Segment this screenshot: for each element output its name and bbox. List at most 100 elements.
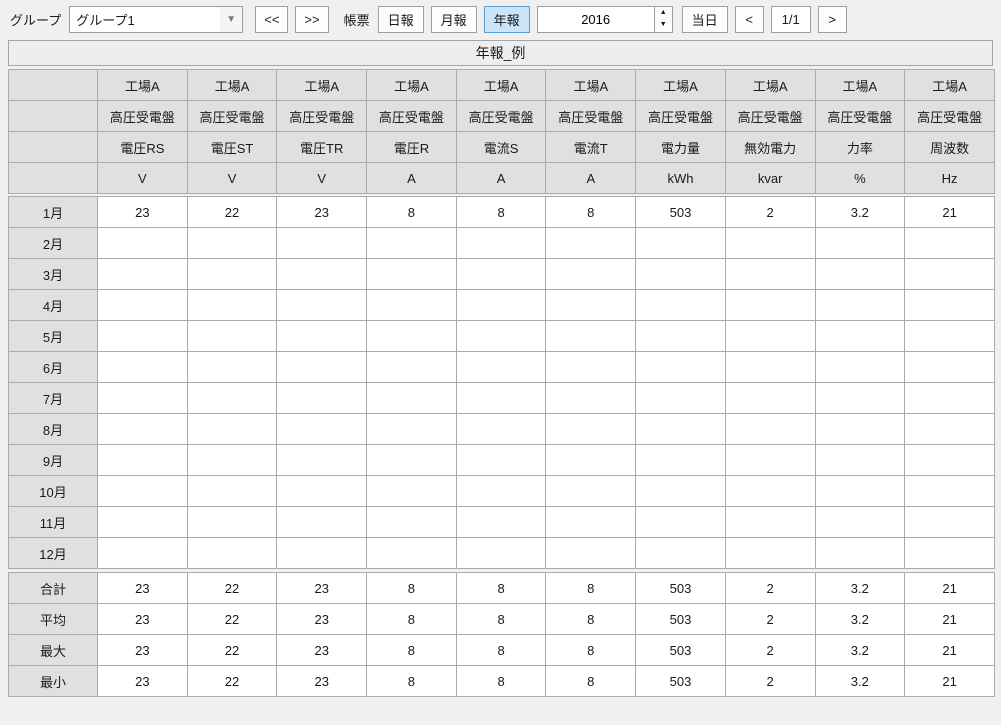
cell bbox=[724, 227, 816, 259]
cell bbox=[276, 320, 368, 352]
cell bbox=[276, 537, 368, 569]
cell bbox=[276, 475, 368, 507]
cell bbox=[455, 413, 547, 445]
cell bbox=[545, 289, 637, 321]
cell: 高圧受電盤 bbox=[724, 100, 816, 132]
cell: 23 bbox=[276, 572, 368, 604]
cell bbox=[455, 382, 547, 414]
year-input[interactable] bbox=[536, 5, 654, 33]
report-label: 帳票 bbox=[343, 12, 370, 28]
cell: 21 bbox=[904, 634, 995, 666]
cell bbox=[635, 382, 726, 414]
year-up-button[interactable]: ▲ bbox=[655, 7, 672, 20]
row-label: 3月 bbox=[8, 258, 98, 290]
cell bbox=[186, 475, 278, 507]
daily-report-button[interactable]: 日報 bbox=[377, 5, 424, 33]
row-label: 12月 bbox=[8, 537, 98, 569]
row-label: 5月 bbox=[8, 320, 98, 352]
cell bbox=[724, 351, 816, 383]
today-button[interactable]: 当日 bbox=[681, 5, 728, 33]
cell bbox=[724, 444, 816, 476]
cell bbox=[814, 351, 906, 383]
cell: 工場A bbox=[97, 69, 188, 101]
cell: 8 bbox=[455, 665, 547, 697]
cell: 高圧受電盤 bbox=[276, 100, 368, 132]
cell: 2 bbox=[724, 572, 816, 604]
cell bbox=[814, 258, 906, 290]
page-prev-button[interactable]: < bbox=[734, 5, 764, 33]
prev-group-button[interactable]: << bbox=[255, 5, 289, 33]
cell: 8 bbox=[545, 572, 637, 604]
cell: 8 bbox=[366, 196, 457, 228]
cell: 8 bbox=[545, 634, 637, 666]
cell bbox=[366, 475, 457, 507]
cell bbox=[904, 227, 995, 259]
cell: 22 bbox=[186, 196, 278, 228]
row-label: 6月 bbox=[8, 351, 98, 383]
cell: 8 bbox=[545, 603, 637, 635]
table-row: 1月 23 22 23 8 8 8 503 2 3.2 21 bbox=[8, 196, 995, 228]
cell bbox=[186, 382, 278, 414]
cell: 2 bbox=[724, 196, 816, 228]
cell bbox=[904, 382, 995, 414]
cell: 電流S bbox=[455, 131, 547, 163]
cell: 21 bbox=[904, 603, 995, 635]
table-row: 8月 bbox=[8, 413, 995, 445]
row-label: 最大 bbox=[8, 634, 98, 666]
cell: 工場A bbox=[814, 69, 906, 101]
cell bbox=[635, 289, 726, 321]
table-row: 4月 bbox=[8, 289, 995, 321]
cell: 工場A bbox=[186, 69, 278, 101]
cell: 23 bbox=[97, 665, 188, 697]
cell: 23 bbox=[276, 665, 368, 697]
cell: A bbox=[545, 162, 637, 194]
table-row: 高圧受電盤 高圧受電盤 高圧受電盤 高圧受電盤 高圧受電盤 高圧受電盤 高圧受電盤 高圧受電盤… bbox=[8, 100, 995, 132]
cell bbox=[545, 444, 637, 476]
cell bbox=[455, 506, 547, 538]
cell: 高圧受電盤 bbox=[186, 100, 278, 132]
cell bbox=[724, 289, 816, 321]
cell: 23 bbox=[276, 634, 368, 666]
cell: 8 bbox=[366, 634, 457, 666]
monthly-report-button[interactable]: 月報 bbox=[430, 5, 477, 33]
row-label: 最小 bbox=[8, 665, 98, 697]
table-row: 電圧RS 電圧ST 電圧TR 電圧R 電流S 電流T 電力量 無効電力 力率 周波数 bbox=[8, 131, 995, 163]
cell bbox=[724, 258, 816, 290]
cell bbox=[186, 413, 278, 445]
cell: 23 bbox=[276, 603, 368, 635]
next-group-button[interactable]: >> bbox=[295, 5, 329, 33]
cell bbox=[186, 506, 278, 538]
cell bbox=[97, 444, 188, 476]
cell: V bbox=[97, 162, 188, 194]
year-down-button[interactable]: ▼ bbox=[655, 19, 672, 32]
cell: 503 bbox=[635, 572, 726, 604]
row-label: 1月 bbox=[8, 196, 98, 228]
cell: kvar bbox=[724, 162, 816, 194]
cell bbox=[814, 444, 906, 476]
cell: 8 bbox=[545, 665, 637, 697]
cell: 22 bbox=[186, 634, 278, 666]
chevron-down-icon[interactable]: ▼ bbox=[220, 6, 243, 32]
cell bbox=[366, 382, 457, 414]
group-select[interactable]: グループ1 ▼ bbox=[69, 5, 244, 33]
cell bbox=[276, 444, 368, 476]
cell: 22 bbox=[186, 665, 278, 697]
table-row: 最小 23 22 23 8 8 8 503 2 3.2 21 bbox=[8, 665, 995, 697]
cell: 高圧受電盤 bbox=[455, 100, 547, 132]
cell bbox=[724, 382, 816, 414]
cell bbox=[276, 351, 368, 383]
cell bbox=[545, 537, 637, 569]
cell: 23 bbox=[276, 196, 368, 228]
cell: 2 bbox=[724, 665, 816, 697]
cell: % bbox=[814, 162, 906, 194]
table-row: 合計 23 22 23 8 8 8 503 2 3.2 21 bbox=[8, 572, 995, 604]
yearly-report-button[interactable]: 年報 bbox=[483, 5, 530, 33]
cell bbox=[635, 475, 726, 507]
table-row: 最大 23 22 23 8 8 8 503 2 3.2 21 bbox=[8, 634, 995, 666]
cell bbox=[97, 289, 188, 321]
row-label: 合計 bbox=[8, 572, 98, 604]
cell bbox=[186, 258, 278, 290]
cell bbox=[904, 258, 995, 290]
row-label: 7月 bbox=[8, 382, 98, 414]
page-next-button[interactable]: > bbox=[817, 5, 847, 33]
